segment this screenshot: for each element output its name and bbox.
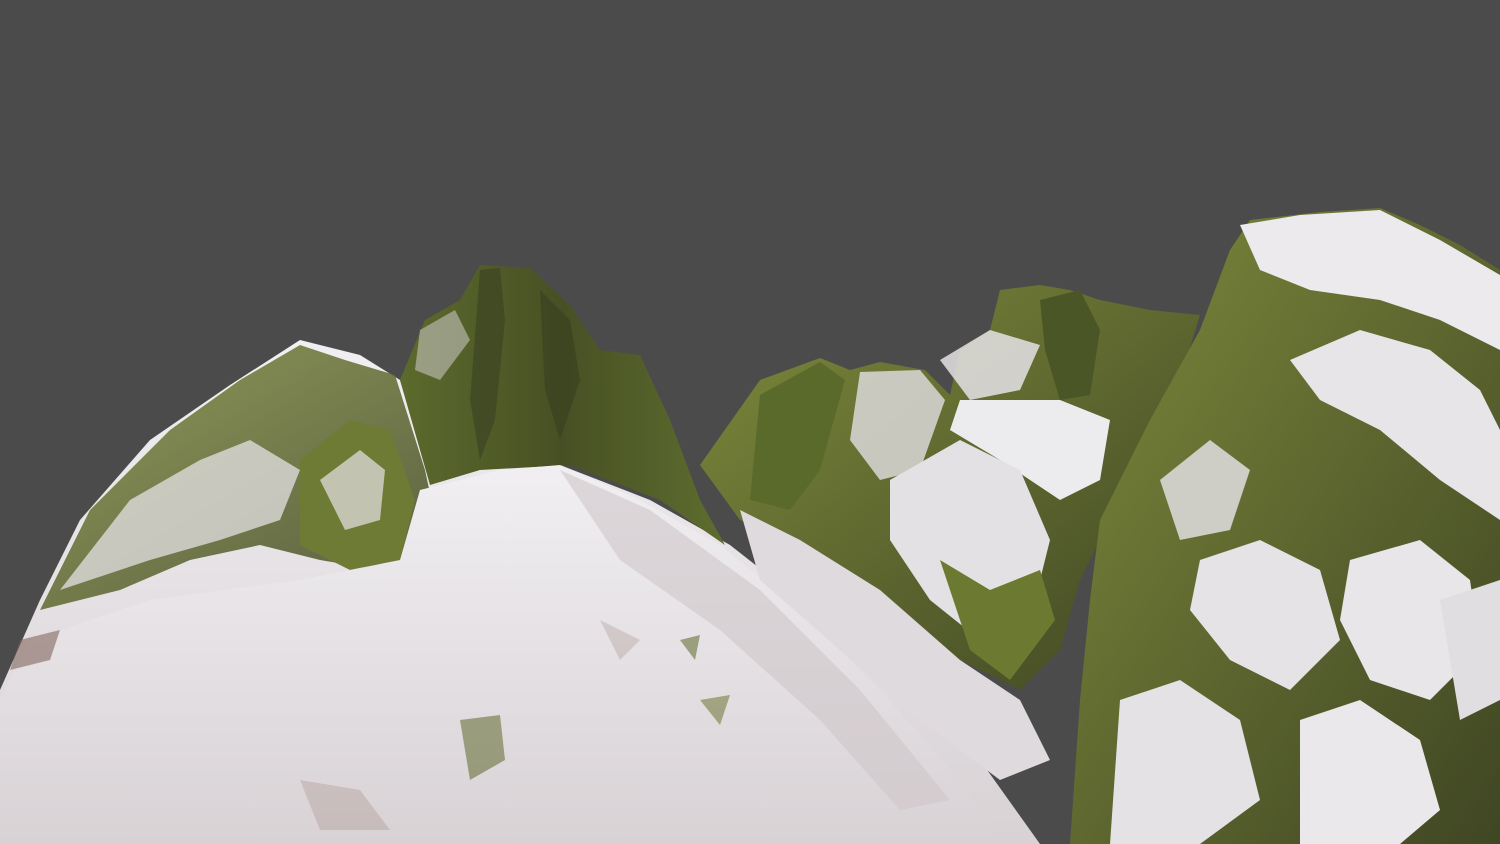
snowy-mountain-terrain-render (0, 208, 1500, 844)
viewport (0, 0, 1500, 844)
